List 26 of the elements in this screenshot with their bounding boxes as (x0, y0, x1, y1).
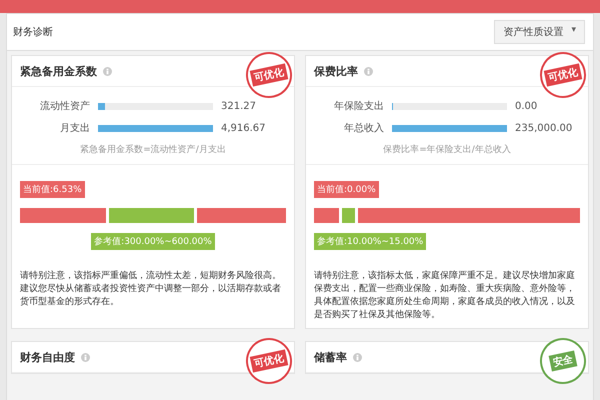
card-title: 储蓄率 (314, 350, 347, 364)
metric-value: 235,000.00 (515, 122, 572, 134)
help-icon[interactable] (353, 352, 362, 362)
metric-label: 流动性资产 (39, 100, 90, 113)
metric-label: 年保险支出 (333, 100, 384, 113)
metric-label: 月支出 (59, 122, 90, 135)
help-icon[interactable] (103, 66, 112, 76)
help-icon[interactable] (364, 66, 373, 76)
section-title: 财务诊断 (13, 26, 53, 39)
metric-value: 321.27 (221, 100, 256, 112)
current-value-tag: 当前值:0.00% (314, 181, 379, 198)
card-title: 紧急备用金系数 (20, 64, 97, 78)
formula-text: 紧急备用金系数=流动性资产/月支出 (80, 144, 226, 156)
metric-value: 4,916.67 (221, 122, 266, 134)
reference-value-tag: 参考值:10.00%~15.00% (314, 233, 426, 250)
help-icon[interactable] (81, 352, 90, 362)
advice-text: 请特别注意，该指标严重偏低，流动性太差，短期财务风险很高。建议您尽快从储蓄或者投资性资产中调整一部分，以活期存款或者货币型基金的形式存在。 (20, 270, 282, 309)
current-value-tag: 当前值:6.53% (20, 181, 85, 198)
card-title: 保费比率 (314, 64, 358, 78)
asset-settings-dropdown[interactable]: 资产性质设置 ▾ (494, 20, 585, 44)
metric-label: 年总收入 (343, 122, 384, 135)
advice-text: 请特别注意，该指标太低，家庭保障严重不足。建议尽快增加家庭保费支出，配置一些商业保险，如寿险、重大疾病险、意外险等，具体配置依据您家庭所处生命周期，家庭各成员的收入情况，以及是否购买了社保及其他保险等。 (314, 270, 576, 322)
card-title: 财务自由度 (20, 350, 75, 364)
metric-value: 0.00 (515, 100, 538, 112)
formula-text: 保费比率=年保险支出/年总收入 (383, 144, 511, 156)
reference-value-tag: 参考值:300.00%~600.00% (91, 233, 215, 250)
